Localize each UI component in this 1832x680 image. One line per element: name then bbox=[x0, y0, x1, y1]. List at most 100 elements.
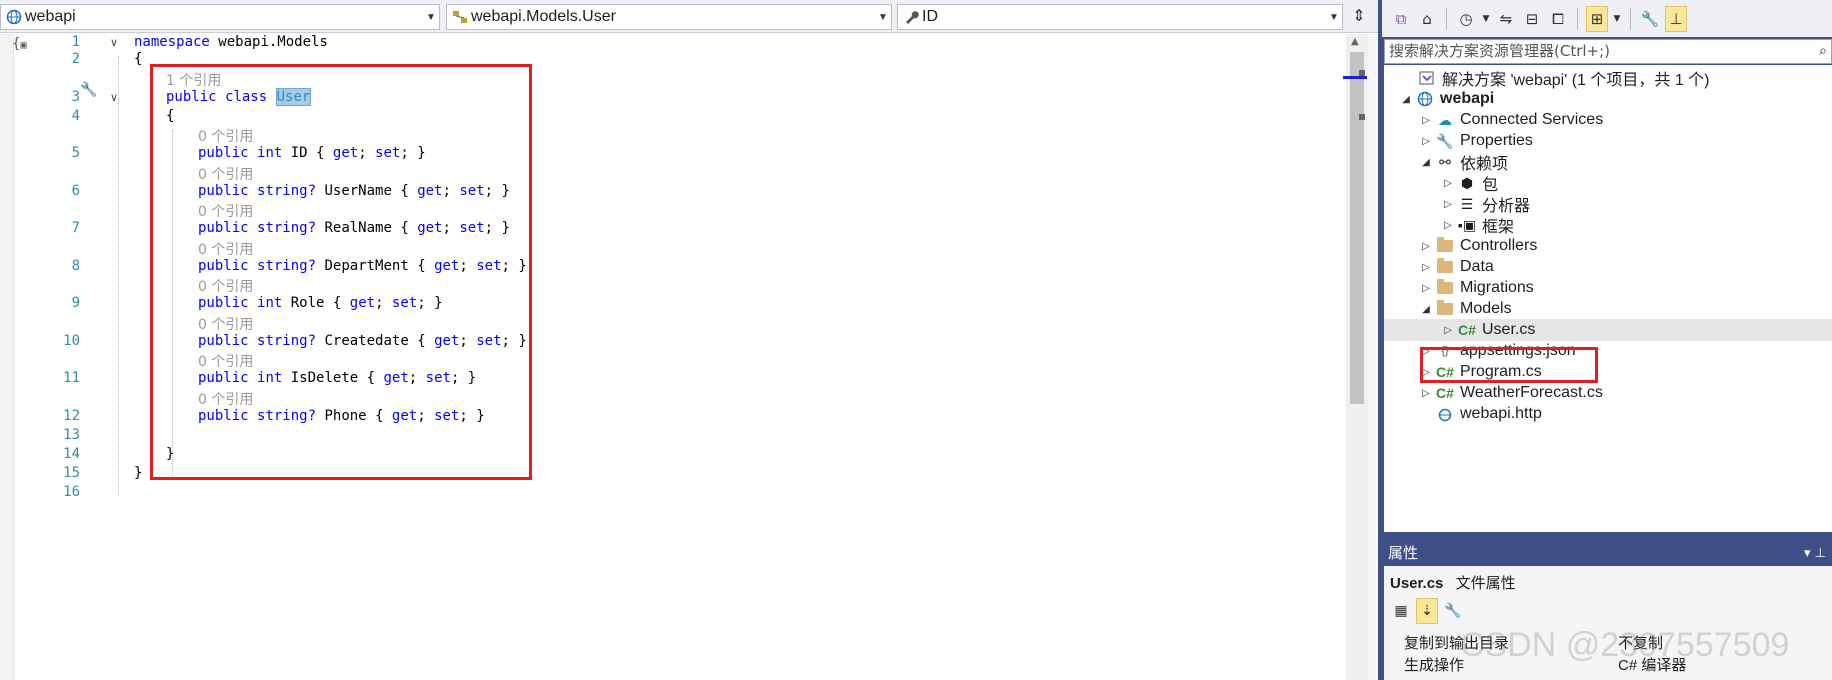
project-dropdown-label: webapi bbox=[25, 8, 76, 25]
connected-services-icon: ☁ bbox=[1438, 111, 1452, 128]
type-dropdown[interactable]: webapi.Models.User ▼ bbox=[446, 4, 892, 30]
tree-item-dependencies[interactable]: ◢ ⚯ 依赖项 bbox=[1418, 151, 1508, 174]
properties-title: 属性 bbox=[1388, 544, 1419, 562]
solution-explorer-toolbar: ⧉ ⌂ ◷ ▼ ⇋ ⊟ ⧠ ⊞ ▼ 🔧 ⊥ bbox=[1382, 0, 1832, 37]
tree-item-project-webapi[interactable]: ◢ webapi bbox=[1398, 88, 1494, 110]
scrollbar-thumb[interactable] bbox=[1350, 52, 1364, 404]
highlight-box-user-class bbox=[150, 64, 532, 480]
type-dropdown-label: webapi.Models.User bbox=[471, 8, 616, 25]
window-options-icon[interactable]: ▾ ⊥ bbox=[1804, 541, 1826, 566]
properties-window-header[interactable]: 属性 ▾ ⊥ bbox=[1384, 541, 1832, 566]
sync-icon: ⇋ bbox=[1499, 9, 1513, 28]
categorized-button[interactable]: ▦ bbox=[1390, 598, 1412, 624]
properties-object-selector[interactable]: User.cs 文件属性 bbox=[1390, 572, 1516, 593]
tree-item-label: Controllers bbox=[1460, 237, 1538, 254]
csharp-file-icon: C# bbox=[1458, 322, 1476, 338]
home-button[interactable]: ⌂ bbox=[1416, 6, 1438, 32]
preview-selected-button[interactable]: ⊞ bbox=[1586, 5, 1608, 32]
collapsed-arrow-icon[interactable]: ▷ bbox=[1440, 199, 1456, 210]
vertical-scrollbar[interactable]: ▲ bbox=[1343, 34, 1368, 680]
member-dropdown[interactable]: ID ▼ bbox=[897, 4, 1343, 30]
pin-tool-button[interactable]: ⊥ bbox=[1665, 5, 1687, 32]
tree-item-webapi-http[interactable]: webapi.http bbox=[1418, 403, 1542, 425]
collapsed-arrow-icon[interactable]: ▷ bbox=[1440, 220, 1456, 231]
tree-item-migrations[interactable]: ▷ Migrations bbox=[1418, 277, 1534, 299]
dependencies-icon: ⚯ bbox=[1439, 153, 1451, 170]
wrench-icon: 🔧 bbox=[1436, 132, 1454, 149]
collapse-all-icon: ⊟ bbox=[1525, 9, 1539, 28]
code-line-open-brace: { bbox=[134, 51, 143, 67]
tree-item-label: Data bbox=[1460, 258, 1494, 275]
collapsed-arrow-icon[interactable]: ▷ bbox=[1418, 283, 1434, 294]
tree-item-models[interactable]: ◢ Models bbox=[1418, 298, 1512, 320]
line-number: 2 bbox=[71, 51, 80, 67]
tree-item-properties[interactable]: ▷ 🔧 Properties bbox=[1418, 130, 1533, 152]
wrench-icon: 🔧 bbox=[1640, 9, 1660, 28]
fold-toggle-namespace[interactable]: ∨ bbox=[110, 36, 118, 49]
preview-icon: ⊞ bbox=[1590, 9, 1604, 28]
indent-guide bbox=[118, 56, 119, 496]
folder-icon bbox=[1434, 237, 1456, 255]
scroll-up-arrow-icon[interactable]: ▲ bbox=[1351, 36, 1359, 47]
overview-margin bbox=[1368, 34, 1378, 680]
framework-icon: ▪▣ bbox=[1457, 216, 1477, 233]
collapsed-arrow-icon[interactable]: ▷ bbox=[1418, 115, 1434, 126]
chevron-down-icon[interactable]: ▼ bbox=[1481, 6, 1491, 32]
sort-alpha-icon: ⇣ bbox=[1421, 603, 1433, 619]
editor-navigation-bar: webapi ▼ webapi.Models.User ▼ ID ▼ ⇕ bbox=[0, 0, 1378, 33]
solution-icon bbox=[1416, 69, 1438, 87]
tree-item-controllers[interactable]: ▷ Controllers bbox=[1418, 235, 1537, 257]
editor-margin bbox=[0, 34, 14, 680]
folder-icon bbox=[1434, 258, 1456, 276]
tree-item-solution[interactable]: 解决方案 'webapi' (1 个项目，共 1 个) bbox=[1400, 67, 1710, 89]
project-dropdown[interactable]: webapi ▼ bbox=[0, 4, 440, 30]
collapsed-arrow-icon[interactable]: ▷ bbox=[1418, 241, 1434, 252]
selected-file-kind: 文件属性 bbox=[1455, 575, 1516, 592]
tree-item-packages[interactable]: ▷ ⬢ 包 bbox=[1440, 172, 1498, 195]
tree-item-analyzers[interactable]: ▷ ☰ 分析器 bbox=[1440, 193, 1530, 216]
tree-item-data[interactable]: ▷ Data bbox=[1418, 256, 1494, 278]
property-pages-button[interactable]: 🔧 bbox=[1442, 598, 1464, 624]
collapsed-arrow-icon[interactable]: ▷ bbox=[1418, 388, 1434, 399]
split-window-button[interactable]: ⇕ bbox=[1346, 6, 1372, 28]
expanded-arrow-icon[interactable]: ◢ bbox=[1418, 157, 1434, 168]
tree-item-connected-services[interactable]: ▷ ☁ Connected Services bbox=[1418, 109, 1603, 131]
switch-views-button[interactable]: ⧉ bbox=[1390, 6, 1412, 32]
line-number: 10 bbox=[63, 333, 80, 349]
solution-tree[interactable]: 解决方案 'webapi' (1 个项目，共 1 个) ◢ webapi ▷ ☁… bbox=[1384, 65, 1832, 532]
sync-button[interactable]: ⇋ bbox=[1495, 6, 1517, 32]
alphabetical-button[interactable]: ⇣ bbox=[1416, 598, 1438, 624]
wrench-icon: 🔧 bbox=[1444, 603, 1462, 619]
search-icon: ⌕ bbox=[1819, 43, 1827, 59]
line-number: 1 bbox=[71, 34, 80, 50]
tree-item-frameworks[interactable]: ▷ ▪▣ 框架 bbox=[1440, 214, 1514, 237]
collapsed-arrow-icon[interactable]: ▷ bbox=[1418, 262, 1434, 273]
pending-changes-filter-button[interactable]: ◷ bbox=[1455, 6, 1477, 32]
toolbar-separator bbox=[1446, 7, 1447, 30]
solution-explorer-search-input[interactable]: 搜索解决方案资源管理器(Ctrl+;) ⌕ bbox=[1384, 39, 1832, 64]
line-number: 6 bbox=[71, 183, 80, 199]
line-number: 3 bbox=[71, 89, 80, 105]
show-all-files-button[interactable]: ⧠ bbox=[1547, 6, 1569, 32]
watermark: CSDN @2307557509 bbox=[1460, 626, 1790, 664]
categorized-icon: ▦ bbox=[1394, 603, 1408, 619]
line-number: 7 bbox=[71, 220, 80, 236]
selected-file-name: User.cs bbox=[1390, 575, 1444, 592]
tree-item-label: Properties bbox=[1460, 132, 1533, 149]
expanded-arrow-icon[interactable]: ◢ bbox=[1398, 94, 1414, 105]
collapse-all-button[interactable]: ⊟ bbox=[1521, 6, 1543, 32]
switch-views-icon: ⧉ bbox=[1395, 9, 1407, 28]
tree-item-weatherforecast-cs[interactable]: ▷ C# WeatherForecast.cs bbox=[1418, 382, 1603, 404]
properties-toolbar: ▦ ⇣ 🔧 bbox=[1384, 596, 1832, 626]
collapsed-arrow-icon[interactable]: ▷ bbox=[1440, 178, 1456, 189]
collapsed-arrow-icon[interactable]: ▷ bbox=[1440, 325, 1456, 336]
properties-button[interactable]: 🔧 bbox=[1639, 6, 1661, 32]
collapsed-arrow-icon[interactable]: ▷ bbox=[1418, 136, 1434, 147]
csharp-file-icon: C# bbox=[1436, 385, 1454, 401]
fold-toggle-class[interactable]: ∨ bbox=[110, 91, 118, 104]
tree-item-user-cs[interactable]: ▷ C# User.cs bbox=[1384, 319, 1832, 341]
chevron-down-icon[interactable]: ▼ bbox=[1612, 6, 1622, 32]
quick-action-icon[interactable]: 🔧 bbox=[80, 82, 97, 98]
code-editor[interactable]: {▣ 1 2 3 4 5 6 7 8 9 10 11 12 13 14 15 1… bbox=[0, 34, 1378, 680]
expanded-arrow-icon[interactable]: ◢ bbox=[1418, 304, 1434, 315]
